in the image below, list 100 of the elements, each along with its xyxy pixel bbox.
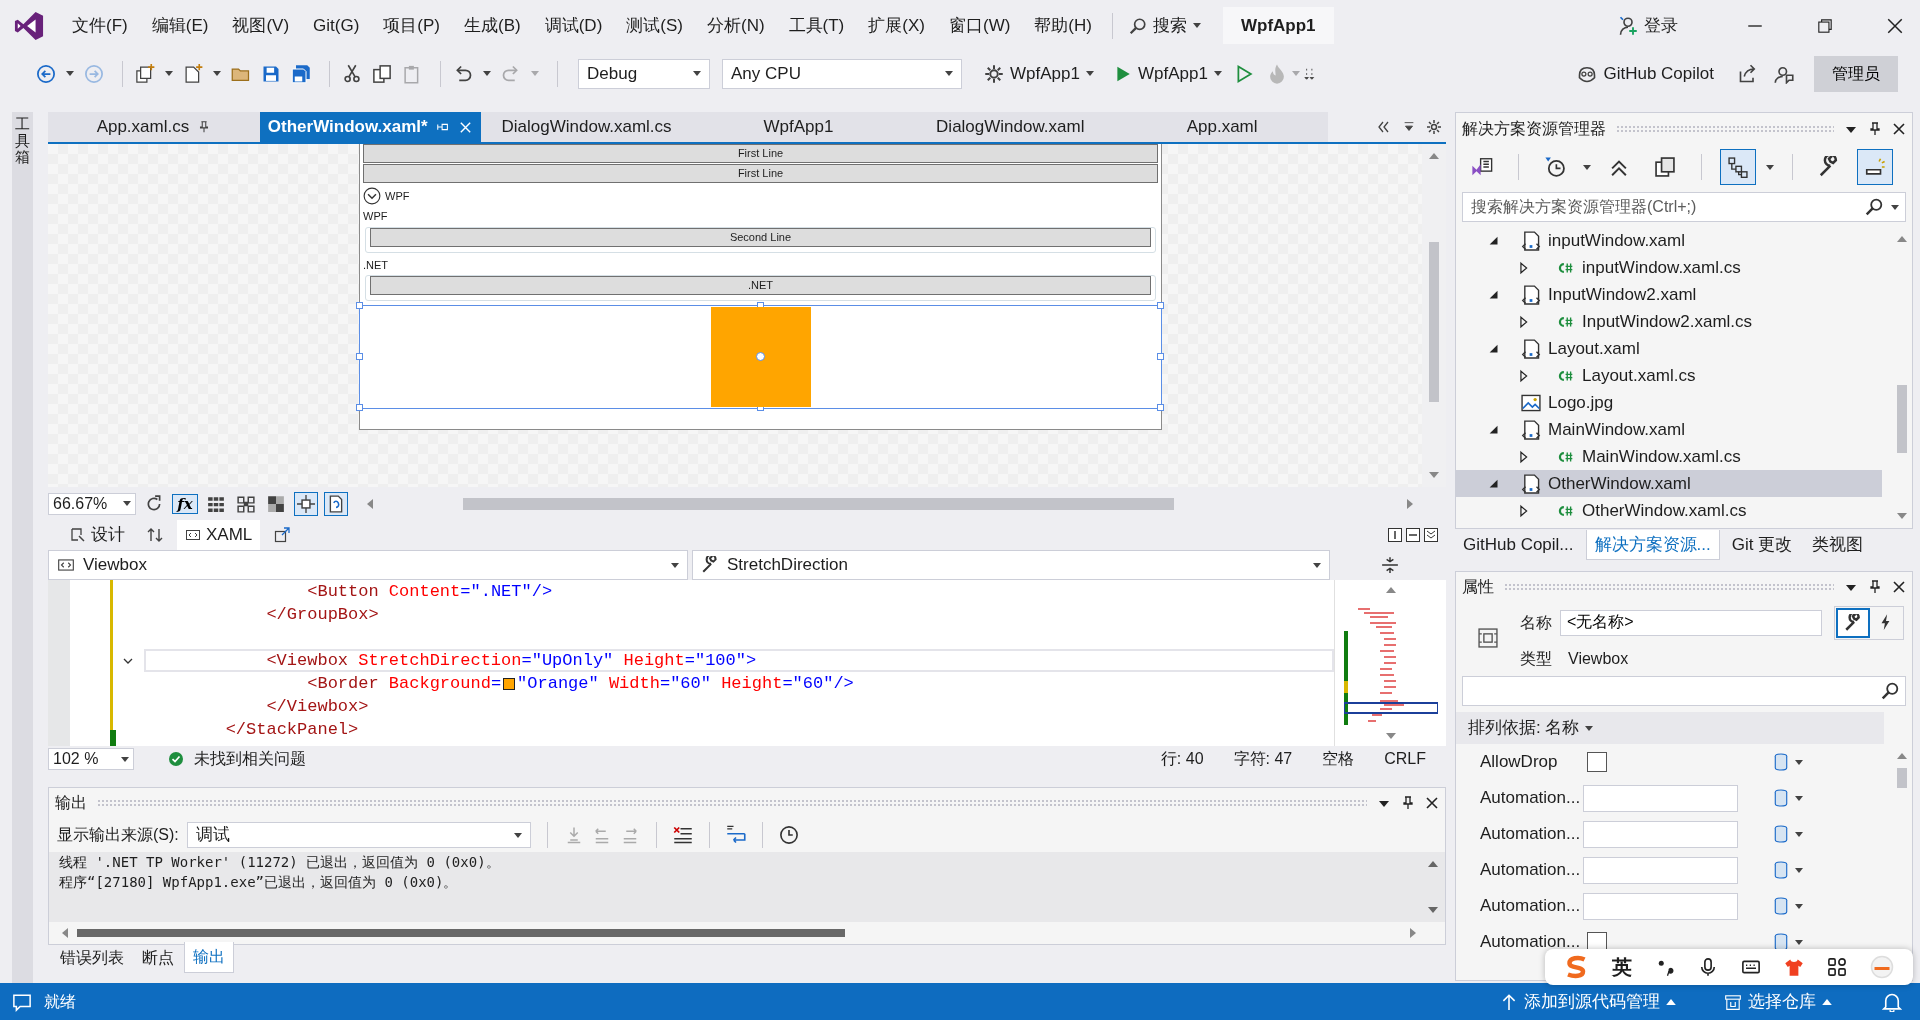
back-icon[interactable] xyxy=(36,63,56,84)
configuration-dropdown[interactable]: Debug xyxy=(578,58,710,89)
resize-handle[interactable] xyxy=(1157,404,1164,411)
zoom-dropdown[interactable]: 102 % xyxy=(48,748,134,770)
caret-icon[interactable] xyxy=(213,71,221,76)
vertical-split-icon[interactable] xyxy=(1388,528,1402,542)
menu-item[interactable]: 分析(N) xyxy=(694,10,777,41)
resize-handle[interactable] xyxy=(356,353,363,360)
avatar-icon[interactable] xyxy=(1869,955,1894,979)
scissors-icon[interactable] xyxy=(342,63,362,84)
apps-grid-icon[interactable] xyxy=(1826,957,1847,977)
output-source-dropdown[interactable]: 调试 xyxy=(186,822,531,848)
resize-handle[interactable] xyxy=(356,404,363,411)
resize-handle[interactable] xyxy=(1157,353,1164,360)
caret-icon[interactable] xyxy=(483,71,491,76)
input-field[interactable] xyxy=(1583,820,1738,848)
property-marker-icon[interactable] xyxy=(1773,752,1789,772)
menu-item[interactable]: 扩展(X) xyxy=(856,10,937,41)
view-tab[interactable]: XAML xyxy=(177,520,261,550)
settings-icon[interactable] xyxy=(1426,119,1442,135)
save-all-icon[interactable] xyxy=(291,63,311,84)
share-icon[interactable] xyxy=(1738,63,1758,84)
new-project-icon[interactable] xyxy=(135,63,155,84)
dropdown-icon[interactable] xyxy=(1402,120,1416,134)
caret-icon[interactable] xyxy=(66,71,74,76)
sign-in-button[interactable]: 登录 xyxy=(1610,10,1686,41)
issues-status[interactable]: 未找到相关问题 xyxy=(194,747,306,771)
effects-button[interactable] xyxy=(323,491,348,516)
copy-icon[interactable] xyxy=(372,63,392,84)
tree-item[interactable]: inputWindow.xaml xyxy=(1456,227,1882,254)
startup-project-button[interactable]: WpfApp1 xyxy=(976,58,1102,89)
caret-icon[interactable] xyxy=(1795,867,1803,873)
zoom-dropdown[interactable]: 66.67% xyxy=(48,492,137,515)
tree-item[interactable]: inputWindow.xaml.cs xyxy=(1456,254,1882,281)
pin-icon[interactable] xyxy=(1401,796,1415,810)
element-dropdown[interactable]: Viewbox xyxy=(48,550,688,580)
document-tab[interactable]: App.xaml xyxy=(1116,112,1328,142)
panel-tab[interactable]: Git 更改 xyxy=(1723,530,1801,560)
formula-button[interactable]: fx xyxy=(172,493,198,514)
repository-button[interactable]: 选择仓库 xyxy=(1716,986,1840,1017)
run-button[interactable]: WpfApp1 xyxy=(1105,58,1230,89)
menu-item[interactable]: 测试(S) xyxy=(614,10,695,41)
resize-handle[interactable] xyxy=(1157,302,1164,309)
panel-tab[interactable]: 错误列表 xyxy=(52,943,132,973)
document-tab[interactable]: DialogWindow.xaml xyxy=(904,112,1117,142)
word-wrap-icon[interactable] xyxy=(725,825,746,845)
property-marker-icon[interactable] xyxy=(1773,824,1789,844)
scrollbar-thumb[interactable] xyxy=(1897,385,1907,453)
menu-item[interactable]: 窗口(W) xyxy=(936,10,1023,41)
caret-icon[interactable] xyxy=(1795,939,1803,945)
scrollbar-thumb[interactable] xyxy=(1429,242,1439,402)
notification-icon[interactable] xyxy=(12,991,32,1012)
panel-tab[interactable]: 断点 xyxy=(134,943,182,973)
panel-tab[interactable]: 类视图 xyxy=(1804,530,1872,560)
snap-lines-button[interactable] xyxy=(293,491,318,516)
document-tab[interactable]: WpfApp1 xyxy=(692,112,905,142)
property-marker-icon[interactable] xyxy=(1773,860,1789,880)
checkbox[interactable] xyxy=(1587,932,1607,952)
search-field[interactable]: 搜索解决方案资源管理器(Ctrl+;) xyxy=(1462,192,1906,222)
pin-icon[interactable] xyxy=(1868,122,1882,136)
tree-item[interactable]: InputWindow2.xaml xyxy=(1456,281,1882,308)
tree-item[interactable]: Logo.jpg xyxy=(1456,389,1882,416)
menu-item[interactable]: 编辑(E) xyxy=(139,10,221,41)
toolbox-tab[interactable]: 工具箱 xyxy=(11,112,33,983)
tree-item[interactable]: OtherWindow.xaml.cs xyxy=(1456,497,1882,524)
restore-icon[interactable] xyxy=(1816,16,1834,35)
caret-icon[interactable] xyxy=(1583,164,1591,170)
sort-dropdown[interactable]: 排列依据: 名称 xyxy=(1456,712,1884,744)
input-field[interactable] xyxy=(1583,784,1738,812)
close-icon[interactable] xyxy=(1892,122,1906,136)
search-button[interactable]: 搜索 xyxy=(1120,10,1209,41)
copilot-button[interactable]: GitHub Copilot xyxy=(1569,58,1722,89)
scrollbar-thumb[interactable] xyxy=(77,929,845,937)
properties-button[interactable] xyxy=(1836,607,1870,638)
undo-icon[interactable] xyxy=(453,63,473,84)
property-marker-icon[interactable] xyxy=(1773,896,1789,916)
tree-item[interactable]: MainWindow.xaml xyxy=(1456,416,1882,443)
status-text[interactable]: CRLF xyxy=(1384,747,1426,771)
caret-icon[interactable] xyxy=(1795,903,1803,909)
menu-item[interactable]: Git(G) xyxy=(301,10,372,41)
tree-item[interactable]: InputWindow2.xaml.cs xyxy=(1456,308,1882,335)
status-text[interactable]: 行: 40 xyxy=(1160,747,1204,771)
name-field[interactable]: <无名称> xyxy=(1560,609,1822,636)
panel-tab[interactable]: 输出 xyxy=(184,942,234,973)
document-tab[interactable]: DialogWindow.xaml.cs xyxy=(480,112,693,142)
split-icon[interactable] xyxy=(1381,556,1399,574)
close-icon[interactable] xyxy=(1886,16,1904,35)
menu-item[interactable]: 工具(T) xyxy=(776,10,857,41)
shirt-icon[interactable] xyxy=(1783,957,1804,977)
document-tab[interactable]: App.xaml.cs xyxy=(48,112,260,142)
pin-icon[interactable] xyxy=(1868,580,1882,594)
collapse-pane-icon[interactable] xyxy=(1424,528,1438,542)
checkbox[interactable] xyxy=(1587,752,1607,772)
swap-panes-icon[interactable] xyxy=(147,527,163,543)
menu-item[interactable]: 视图(V) xyxy=(220,10,302,41)
property-marker-icon[interactable] xyxy=(1773,788,1789,808)
caret-icon[interactable] xyxy=(1766,164,1774,170)
source-control-button[interactable]: 添加到源代码管理 xyxy=(1492,986,1684,1017)
search-field[interactable] xyxy=(1462,676,1906,706)
menu-item[interactable]: 生成(B) xyxy=(452,10,533,41)
